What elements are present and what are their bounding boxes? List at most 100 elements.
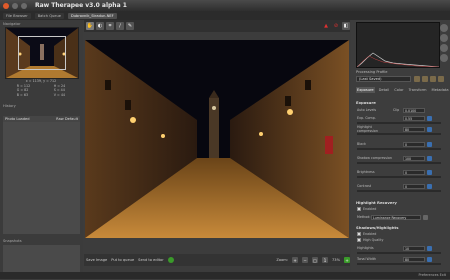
zoom-fit-icon[interactable]: □ xyxy=(312,257,318,263)
warning-icon[interactable]: ▲ xyxy=(322,22,330,30)
street-photo xyxy=(85,40,349,238)
shadow-comp-input[interactable]: 100 xyxy=(403,155,425,161)
sh-highlights-input[interactable]: 10 xyxy=(403,245,425,251)
stop-icon[interactable]: ⊘ xyxy=(332,22,340,30)
hl-comp-reset-icon[interactable] xyxy=(427,126,432,132)
zoom-out-icon[interactable]: − xyxy=(302,257,308,263)
sh-tonal-input[interactable]: 80 xyxy=(403,256,425,262)
snapshots-list[interactable] xyxy=(3,245,80,273)
zoom-in-icon[interactable]: + xyxy=(292,257,298,263)
exposure-section-title[interactable]: Exposure xyxy=(356,100,376,105)
navigator-thumbnail[interactable] xyxy=(5,27,79,79)
histogram-red-toggle[interactable] xyxy=(440,24,448,32)
pixel-b: B = 63 xyxy=(16,92,29,97)
white-balance-icon[interactable]: ◐ xyxy=(96,22,104,30)
clip-input[interactable]: 0.0100 xyxy=(403,107,425,113)
straighten-icon[interactable]: ∕ xyxy=(116,22,124,30)
sh-hq-label: High Quality xyxy=(363,238,384,242)
tab-exposure[interactable]: Exposure xyxy=(356,87,375,93)
zoom-value: 73% xyxy=(332,258,340,262)
editor-toolbar: ✋ ◐ ⌗ ∕ ✎ ▲ ⊘ ◧ xyxy=(84,20,350,32)
profile-copy-icon[interactable] xyxy=(430,76,436,82)
tab-detail[interactable]: Detail xyxy=(378,87,391,93)
tab-file-browser[interactable]: File Browser xyxy=(3,12,31,19)
left-panel: Navigator x = 1139, y = 712 R = 112 G = … xyxy=(0,20,83,280)
sh-hq-checkbox[interactable]: High Quality xyxy=(357,238,383,242)
send-to-editor-button[interactable]: Send to editor xyxy=(138,258,164,262)
sh-highlights-row: Highlights 10 xyxy=(357,245,447,251)
exposure-row: Exp. Comp. 0.55 xyxy=(357,115,447,121)
sh-enabled-checkbox[interactable]: Enabled xyxy=(357,232,376,236)
hl-comp-input[interactable]: 80 xyxy=(403,126,425,132)
color-picker-icon[interactable]: ✎ xyxy=(126,22,134,30)
exp-comp-label: Exp. Comp. xyxy=(357,116,376,120)
sh-highlights-slider[interactable] xyxy=(357,252,441,254)
before-after-icon[interactable]: ◧ xyxy=(342,22,350,30)
close-window-button[interactable] xyxy=(3,2,9,9)
minimize-window-button[interactable] xyxy=(12,2,18,9)
save-image-button[interactable]: Save Image xyxy=(86,258,107,262)
status-text[interactable]: Preferences Exit xyxy=(419,273,446,277)
maximize-window-button[interactable] xyxy=(21,2,27,9)
checkbox-icon[interactable] xyxy=(357,232,361,236)
window-title: Raw Therapee v3.0 alpha 1 xyxy=(35,2,127,9)
shadow-comp-row: Shadow compression 100 xyxy=(357,155,447,161)
clip-label: Clip xyxy=(393,108,400,112)
hl-recovery-enabled-checkbox[interactable]: Enabled xyxy=(357,207,376,211)
tab-editor[interactable]: Dubrovnik_Stradun-NEF xyxy=(68,12,117,19)
hl-recovery-enabled-label: Enabled xyxy=(363,207,377,211)
profile-paste-icon[interactable] xyxy=(438,76,444,82)
auto-levels-button[interactable]: Auto Levels xyxy=(357,108,393,112)
pixel-g: G = 82 xyxy=(16,88,29,92)
tab-transform[interactable]: Transform xyxy=(408,87,428,93)
history-list[interactable] xyxy=(3,122,80,234)
exp-comp-slider[interactable] xyxy=(357,122,441,124)
highlight-recovery-title[interactable]: Highlight Recovery xyxy=(356,200,397,205)
tab-batch-queue[interactable]: Batch Queue xyxy=(34,12,64,19)
exp-comp-input[interactable]: 0.55 xyxy=(403,115,425,121)
black-reset-icon[interactable] xyxy=(427,141,432,147)
contrast-reset-icon[interactable] xyxy=(427,183,432,189)
exp-comp-reset-icon[interactable] xyxy=(427,115,432,121)
histogram-blue-toggle[interactable] xyxy=(440,44,448,52)
black-slider[interactable] xyxy=(357,148,441,150)
black-input[interactable]: 0 xyxy=(403,141,425,147)
tab-color[interactable]: Color xyxy=(393,87,404,93)
hl-method-dropdown-icon[interactable] xyxy=(423,214,428,220)
checkbox-icon[interactable] xyxy=(357,207,361,211)
crop-icon[interactable]: ⌗ xyxy=(106,22,114,30)
ok-icon[interactable] xyxy=(167,257,174,263)
histogram-luma-toggle[interactable] xyxy=(440,54,448,62)
contrast-input[interactable]: 0 xyxy=(403,183,425,189)
sh-tonal-slider[interactable] xyxy=(357,263,441,265)
processing-profile-select[interactable]: (Last Saved) xyxy=(356,76,411,82)
auto-levels-row: Auto Levels Clip 0.0100 xyxy=(357,107,447,113)
checkbox-icon[interactable] xyxy=(357,238,361,242)
histogram-green-toggle[interactable] xyxy=(440,34,448,42)
hand-tool-icon[interactable]: ✋ xyxy=(86,22,94,30)
shadow-comp-slider[interactable] xyxy=(357,162,441,164)
shadow-comp-label: Shadow compression xyxy=(357,156,392,160)
brightness-slider[interactable] xyxy=(357,176,441,178)
hl-comp-slider[interactable] xyxy=(357,133,441,135)
put-to-queue-button[interactable]: Put to queue xyxy=(111,258,134,262)
profile-save-icon[interactable] xyxy=(422,76,428,82)
editor-bottom-bar: Save Image Put to queue Send to editor Z… xyxy=(84,254,350,266)
contrast-slider[interactable] xyxy=(357,190,441,192)
profile-open-icon[interactable] xyxy=(414,76,420,82)
image-preview[interactable] xyxy=(85,40,349,238)
sh-tonal-reset-icon[interactable] xyxy=(427,256,432,262)
shadow-comp-reset-icon[interactable] xyxy=(427,155,432,161)
hl-method-row: Method: Luminance Recovery xyxy=(357,214,447,220)
brightness-reset-icon[interactable] xyxy=(427,169,432,175)
zoom-100-icon[interactable]: 1 xyxy=(322,257,328,263)
add-icon[interactable]: + xyxy=(344,257,350,263)
hl-comp-label: Highlight compression xyxy=(357,125,378,133)
sh-highlights-reset-icon[interactable] xyxy=(427,245,432,251)
shadows-highlights-title[interactable]: Shadows/Highlights xyxy=(356,225,398,230)
navigator-view-frame[interactable] xyxy=(18,36,66,70)
tab-metadata[interactable]: Metadata xyxy=(431,87,450,93)
hl-method-select[interactable]: Luminance Recovery xyxy=(371,214,421,220)
sh-tonal-row: Tonal Width 80 xyxy=(357,256,447,262)
brightness-input[interactable]: 0 xyxy=(403,169,425,175)
